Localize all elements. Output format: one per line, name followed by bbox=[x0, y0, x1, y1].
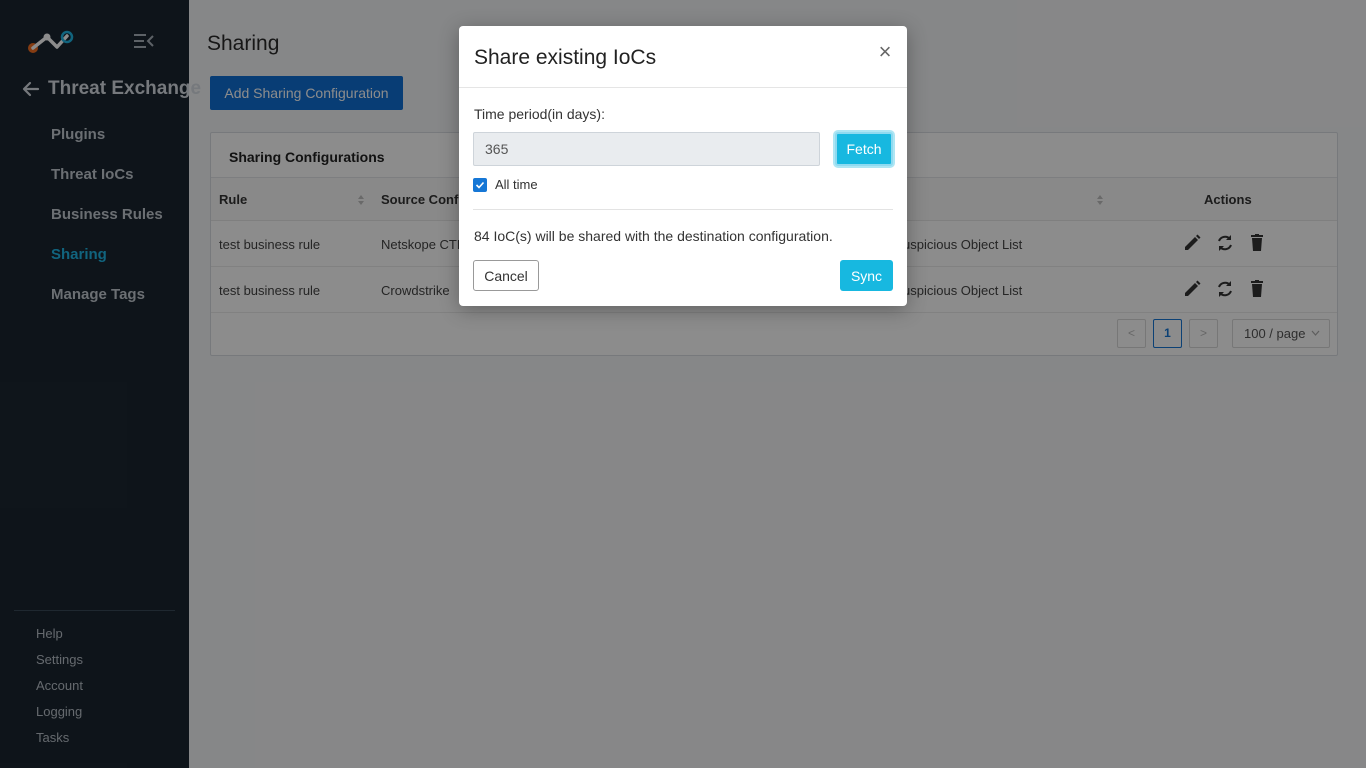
checkmark-icon bbox=[475, 181, 485, 189]
dialog-header-divider bbox=[459, 87, 907, 88]
dialog-title: Share existing IoCs bbox=[474, 46, 657, 69]
all-time-label: All time bbox=[495, 177, 538, 192]
close-icon[interactable]: × bbox=[877, 41, 893, 63]
ioc-share-count-text: 84 IoC(s) will be shared with the destin… bbox=[474, 228, 833, 244]
all-time-checkbox[interactable] bbox=[473, 177, 487, 192]
time-period-input[interactable] bbox=[473, 132, 820, 166]
all-time-checkbox-row[interactable]: All time bbox=[473, 177, 538, 192]
time-period-label: Time period(in days): bbox=[474, 106, 605, 122]
cancel-button[interactable]: Cancel bbox=[473, 260, 539, 291]
dialog-divider bbox=[473, 209, 893, 210]
fetch-button[interactable]: Fetch bbox=[835, 132, 893, 166]
share-existing-iocs-dialog: Share existing IoCs × Time period(in day… bbox=[459, 26, 907, 306]
sync-button[interactable]: Sync bbox=[840, 260, 893, 291]
